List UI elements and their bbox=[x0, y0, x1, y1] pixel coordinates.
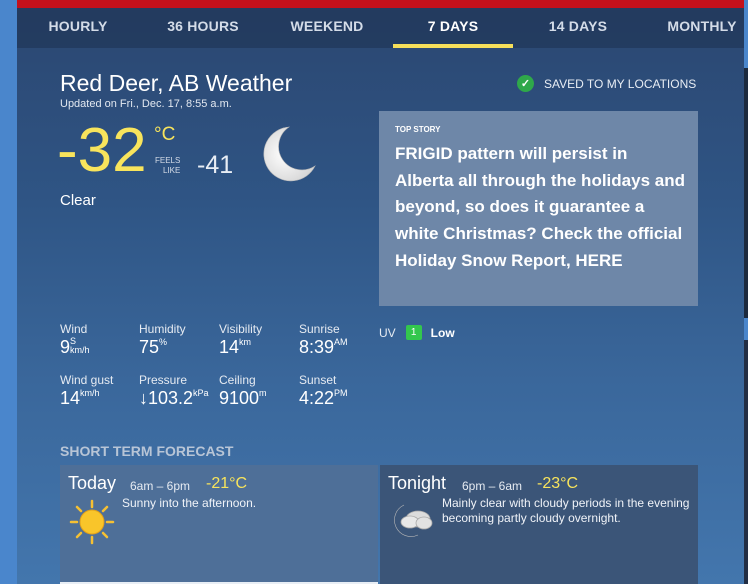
updated-timestamp: Updated on Fri., Dec. 17, 8:55 a.m. bbox=[60, 98, 232, 110]
saved-location-button[interactable]: ✓ SAVED TO MY LOCATIONS bbox=[517, 75, 696, 92]
feels-like-value: -41 bbox=[197, 151, 234, 179]
sun-icon bbox=[69, 499, 115, 545]
right-ad-strip bbox=[744, 68, 748, 318]
current-temperature: -32 bbox=[57, 116, 147, 185]
period-name: Tonight bbox=[388, 473, 447, 493]
forecast-card-today[interactable]: Today 6am – 6pm -21°C Sunny into the aft… bbox=[60, 465, 378, 584]
tab-36-hours[interactable]: 36 HOURS bbox=[143, 8, 263, 48]
top-story-link[interactable]: FRIGID pattern will persist in Alberta a… bbox=[395, 141, 685, 275]
ceiling-label: Ceiling bbox=[219, 373, 256, 387]
uv-level: Low bbox=[430, 325, 455, 340]
temperature-unit: °C bbox=[154, 124, 176, 145]
tab-14-days[interactable]: 14 DAYS bbox=[517, 8, 639, 48]
wind-value: 9S km/h bbox=[60, 336, 90, 358]
top-story-card[interactable]: TOP STORY FRIGID pattern will persist in… bbox=[379, 111, 698, 306]
feels-label-line2: LIKE bbox=[163, 166, 181, 175]
tab-weekend[interactable]: WEEKEND bbox=[267, 8, 387, 48]
period-hours: 6pm – 6am bbox=[462, 479, 523, 493]
visibility-stat: Visibility 14km bbox=[219, 322, 262, 358]
pressure-stat: Pressure ↓103.2kPa bbox=[139, 373, 209, 409]
sunset-stat: Sunset 4:22PM bbox=[299, 373, 348, 409]
period-desc: Sunny into the afternoon. bbox=[122, 496, 257, 510]
sunrise-label: Sunrise bbox=[299, 322, 340, 336]
tab-monthly[interactable]: MONTHLY bbox=[643, 8, 748, 48]
uv-badge: 1 bbox=[405, 325, 422, 340]
tab-hourly[interactable]: HOURLY bbox=[17, 8, 139, 48]
pressure-label: Pressure bbox=[139, 373, 188, 387]
top-story-label: TOP STORY bbox=[395, 125, 441, 134]
wind-stat: Wind 9S km/h bbox=[60, 322, 90, 358]
humidity-value: 75% bbox=[139, 337, 168, 357]
short-term-title: SHORT TERM FORECAST bbox=[60, 443, 234, 459]
page-title: Red Deer, AB Weather bbox=[60, 70, 293, 96]
feels-label-line1: FEELS bbox=[155, 156, 181, 165]
moon-icon bbox=[263, 126, 316, 182]
visibility-value: 14km bbox=[219, 337, 252, 357]
saved-label: SAVED TO MY LOCATIONS bbox=[544, 76, 697, 91]
feels-like-label: FEELS LIKE bbox=[155, 156, 180, 176]
pressure-value: ↓103.2kPa bbox=[139, 388, 209, 408]
period-name: Today bbox=[68, 473, 117, 493]
check-icon: ✓ bbox=[517, 75, 534, 92]
forecast-card-tonight[interactable]: Tonight 6pm – 6am -23°C Mainly clear wit… bbox=[380, 465, 698, 584]
period-temp: -23°C bbox=[537, 475, 579, 492]
period-desc: Mainly clear with cloudy periods in the … bbox=[442, 496, 690, 525]
sunset-label: Sunset bbox=[299, 373, 337, 387]
ceiling-value: 9100m bbox=[219, 388, 267, 408]
wind-gust-value: 14km/h bbox=[60, 388, 100, 408]
moon-cloud-icon bbox=[394, 504, 433, 537]
wind-label: Wind bbox=[60, 322, 88, 336]
tab-7-days[interactable]: 7 DAYS bbox=[393, 8, 513, 48]
humidity-label: Humidity bbox=[139, 322, 186, 336]
wind-gust-label: Wind gust bbox=[60, 373, 114, 387]
forecast-tabs: HOURLY 36 HOURS WEEKEND 7 DAYS 14 DAYS M… bbox=[17, 8, 744, 48]
brand-bar bbox=[17, 0, 744, 8]
visibility-label: Visibility bbox=[219, 322, 263, 336]
right-ad-strip-2 bbox=[744, 340, 748, 584]
uv-label: UV bbox=[379, 325, 396, 340]
current-condition: Clear bbox=[60, 192, 96, 209]
left-page-edge bbox=[0, 0, 17, 584]
period-temp: -21°C bbox=[206, 475, 248, 492]
period-hours: 6am – 6pm bbox=[130, 479, 191, 493]
weather-panel: HOURLY 36 HOURS WEEKEND 7 DAYS 14 DAYS M… bbox=[17, 0, 744, 584]
uv-index: UV 1 Low bbox=[379, 325, 455, 340]
sunrise-stat: Sunrise 8:39AM bbox=[299, 322, 348, 358]
ceiling-stat: Ceiling 9100m bbox=[219, 373, 267, 409]
sunset-value: 4:22PM bbox=[299, 388, 348, 408]
wind-gust-stat: Wind gust 14km/h bbox=[60, 373, 113, 409]
humidity-stat: Humidity 75% bbox=[139, 322, 186, 358]
sunrise-value: 8:39AM bbox=[299, 337, 348, 357]
